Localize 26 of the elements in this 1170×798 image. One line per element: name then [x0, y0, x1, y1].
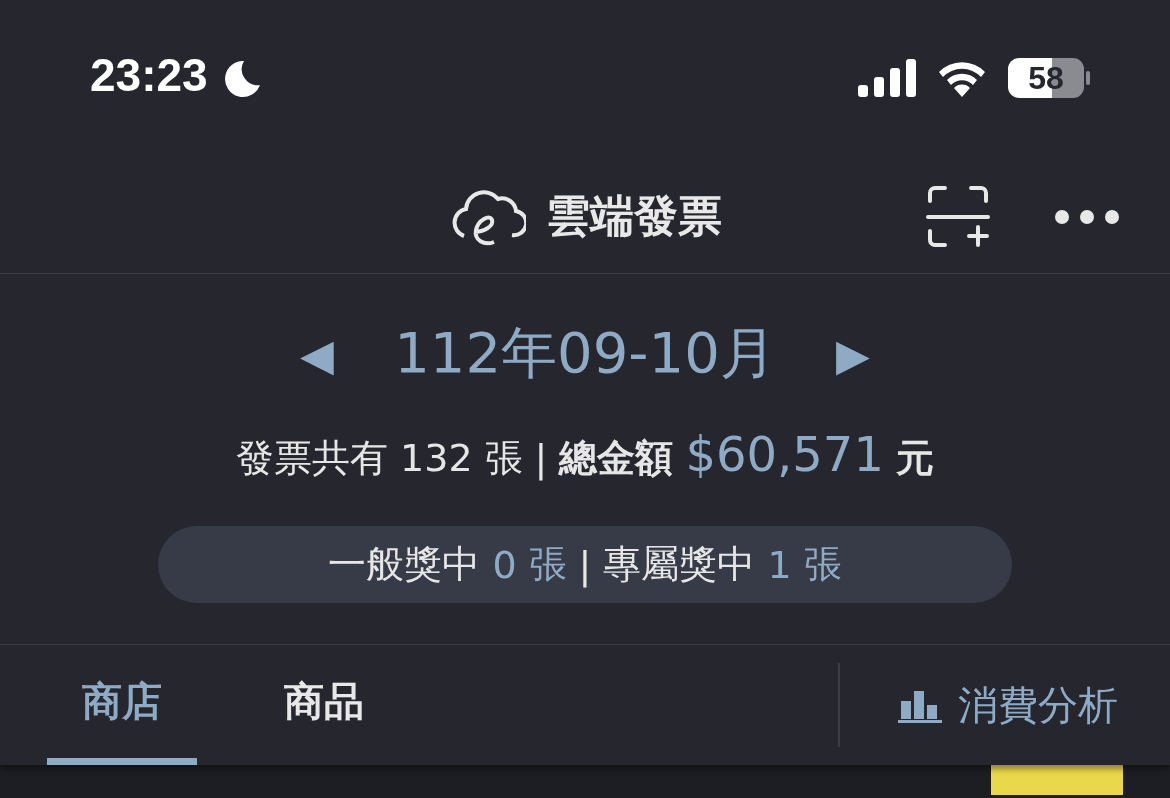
invoice-count: 132	[400, 436, 473, 480]
general-prize-unit: 張	[528, 541, 567, 588]
total-amount: $60,571	[685, 426, 884, 482]
total-label: 總金額	[559, 435, 674, 482]
exclusive-prize-count: 1	[767, 542, 792, 587]
wifi-icon	[936, 59, 988, 97]
battery-level: 58	[1028, 59, 1064, 97]
next-period-button[interactable]: ▶	[835, 328, 870, 380]
total-unit: 元	[895, 435, 934, 482]
scan-icon[interactable]	[926, 184, 990, 249]
status-time: 23:23	[90, 48, 208, 102]
separator: |	[534, 436, 548, 480]
app-title: 雲端發票	[546, 189, 722, 243]
period-label: 112年09-10月	[394, 319, 776, 387]
invoice-count-label: 發票共有	[236, 435, 389, 482]
exclusive-prize-unit: 張	[803, 541, 842, 588]
analysis-button[interactable]: 消費分析	[838, 663, 1170, 747]
previous-period-button[interactable]: ◀	[300, 328, 335, 380]
tab[interactable]: 商品	[249, 645, 399, 765]
signal-icon	[858, 59, 916, 97]
general-prize-label: 一般獎中	[328, 541, 481, 588]
separator: |	[578, 542, 592, 587]
general-prize-count: 0	[492, 542, 517, 587]
more-icon[interactable]	[1054, 208, 1120, 225]
count-unit: 張	[484, 435, 523, 482]
exclusive-prize-label: 專屬獎中	[603, 541, 756, 588]
